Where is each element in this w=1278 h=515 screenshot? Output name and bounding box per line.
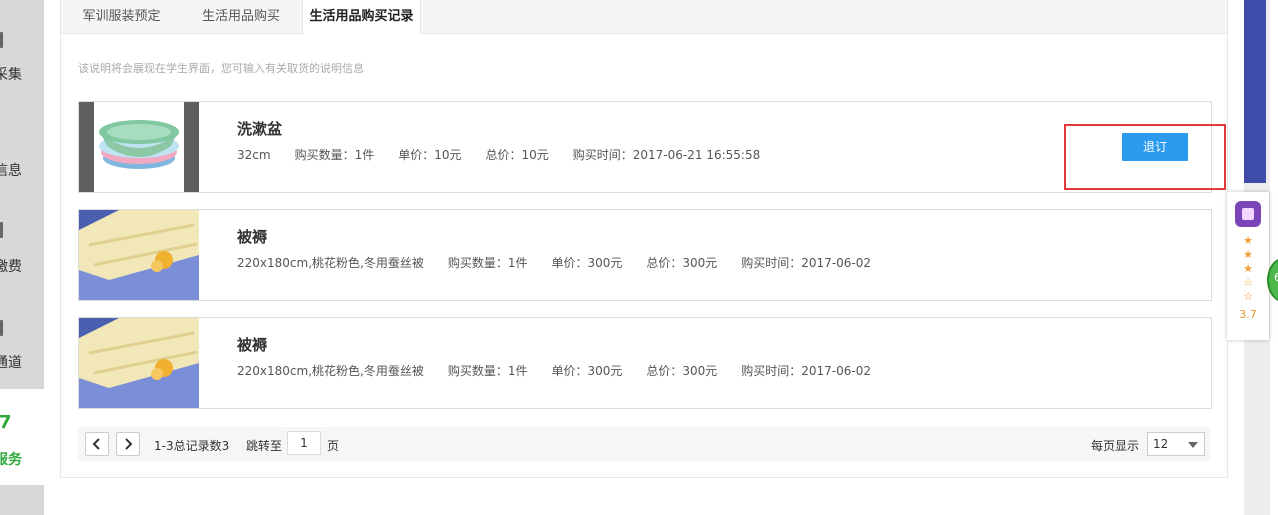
sidebar-item-label: 采集 [0,67,22,83]
badge-text: 6 [1274,271,1278,284]
sidebar-item-payment[interactable]: 缴费 [0,196,44,292]
jump-to-label: 跳转至 [246,439,283,453]
record-range: 1-3总记录数3 [154,439,230,453]
total-price: 总价：10元 [485,148,549,162]
left-sidebar: 采集 信息 缴费 通道 服务 [0,0,44,515]
product-name: 被褥 [237,228,268,246]
purchase-quantity: 购买数量：1件 [447,364,528,378]
next-page-button[interactable] [116,432,140,456]
sidebar-item-label: 信息 [0,163,22,179]
tab-bar: 军训服装预定 生活用品购买 生活用品购买记录 [61,0,1227,34]
channel-icon [0,320,3,336]
purchase-time: 购买时间：2017-06-02 [741,256,872,270]
tab-military-uniform[interactable]: 军训服装预定 [63,0,180,33]
sidebar-item-label: 通道 [0,355,22,371]
product-name: 洗漱盆 [237,120,283,138]
sidebar-item-service[interactable]: 服务 [0,389,44,485]
unit-price: 单价：300元 [551,364,623,378]
unit-price: 单价：10元 [398,148,462,162]
per-page-value: 12 [1153,437,1169,451]
sidebar-item-next[interactable] [0,485,44,515]
order-meta: 32cm 购买数量：1件 单价：10元 总价：10元 购买时间：2017-06-21 1… [237,146,784,163]
page-number-input[interactable]: 1 [287,431,321,455]
app-rating-icon [1235,201,1261,227]
tab-daily-goods-records[interactable]: 生活用品购买记录 [302,0,421,34]
sidebar-item-info[interactable]: 信息 [0,100,44,196]
prev-page-button[interactable] [85,432,109,456]
chevron-down-icon [1188,442,1198,448]
product-image-quilt [79,210,199,300]
tab-daily-goods-purchase[interactable]: 生活用品购买 [185,0,297,33]
purchase-time: 购买时间：2017-06-02 [741,364,872,378]
payment-icon [0,222,3,238]
product-name: 被褥 [237,336,268,354]
right-side-bar [1244,0,1266,183]
order-item: 被褥 220x180cm,桃花粉色,冬用蚕丝被 购买数量：1件 单价：300元 总价：… [78,317,1212,409]
sidebar-item-collect[interactable]: 采集 [0,0,44,100]
product-spec: 220x180cm,桃花粉色,冬用蚕丝被 [237,364,424,378]
total-price: 总价：300元 [646,364,718,378]
order-meta: 220x180cm,桃花粉色,冬用蚕丝被 购买数量：1件 单价：300元 总价：300… [237,362,895,379]
rating-widget[interactable]: ★ ★ ★ ☆ ☆ 3.7 [1227,192,1269,340]
unit-price: 单价：300元 [551,256,623,270]
order-item: 被褥 220x180cm,桃花粉色,冬用蚕丝被 购买数量：1件 单价：300元 总价：… [78,209,1212,301]
sidebar-item-label: 服务 [0,452,22,468]
total-price: 总价：300元 [646,256,718,270]
product-spec: 32cm [237,148,271,162]
rating-stars: ★ ★ ★ ☆ ☆ [1243,234,1253,303]
pagination-bar: 1-3总记录数3 跳转至 1 页 每页显示 12 [78,427,1210,461]
collect-icon [0,32,3,48]
chevron-left-icon [92,438,100,450]
sidebar-item-label: 缴费 [0,259,22,275]
chevron-right-icon [125,438,133,450]
order-meta: 220x180cm,桃花粉色,冬用蚕丝被 购买数量：1件 单价：300元 总价：300… [237,254,895,271]
pickup-notice: 该说明将会展现在学生界面，您可输入有关取货的说明信息 [78,62,364,75]
product-spec: 220x180cm,桃花粉色,冬用蚕丝被 [237,256,424,270]
sidebar-item-channel[interactable]: 通道 [0,292,44,389]
rating-score: 3.7 [1239,308,1257,321]
per-page-select[interactable]: 12 [1147,432,1205,456]
page-suffix: 页 [327,439,340,453]
purchase-time: 购买时间：2017-06-21 16:55:58 [572,148,761,162]
purchase-quantity: 购买数量：1件 [294,148,375,162]
service-icon [0,415,10,429]
order-item: 洗漱盆 32cm 购买数量：1件 单价：10元 总价：10元 购买时间：2017-06-… [78,101,1212,193]
per-page-label: 每页显示 [1091,439,1140,453]
product-image-quilt [79,318,199,408]
main-panel: 军训服装预定 生活用品购买 生活用品购买记录 该说明将会展现在学生界面，您可输入… [60,0,1228,478]
product-image-basin [79,102,199,192]
purchase-quantity: 购买数量：1件 [447,256,528,270]
highlight-box [1064,124,1226,190]
